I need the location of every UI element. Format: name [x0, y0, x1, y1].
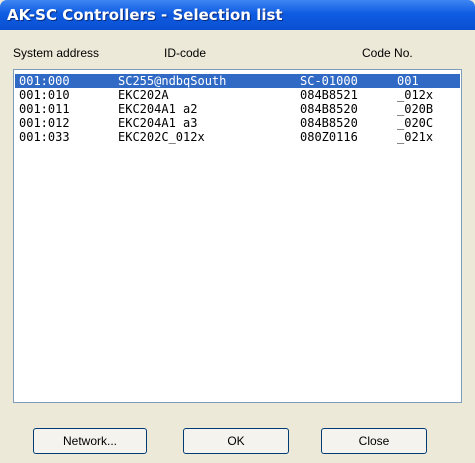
header-system-address: System address [13, 46, 100, 60]
item-address: 001:012 [19, 116, 70, 130]
item-address: 001:011 [19, 102, 70, 116]
close-button-label: Close [358, 434, 390, 448]
network-button[interactable]: Network... [33, 428, 147, 454]
title-bar[interactable]: AK-SC Controllers - Selection list [0, 0, 475, 30]
selection-list-window: AK-SC Controllers - Selection list Syste… [0, 0, 475, 463]
controller-list[interactable]: 001:000 SC255@ndbqSouth SC-01000 001 001… [13, 69, 462, 403]
list-item[interactable]: 001:011 EKC204A1 a2 084B8520 _020B [15, 102, 460, 116]
item-code-suffix: _020C [397, 116, 434, 130]
item-id-code: EKC202C_012x [118, 130, 205, 144]
item-code-suffix: _021x [397, 130, 434, 144]
item-id-code: EKC204A1 a2 [118, 102, 198, 116]
header-code-no: Code No. [362, 46, 413, 60]
ok-button[interactable]: OK [183, 428, 289, 454]
item-id-code: EKC204A1 a3 [118, 116, 198, 130]
list-item[interactable]: 001:012 EKC204A1 a3 084B8520 _020C [15, 116, 460, 130]
list-item[interactable]: 001:033 EKC202C_012x 080Z0116 _021x [15, 130, 460, 144]
item-code-suffix: _020B [397, 102, 434, 116]
item-id-code: EKC202A [118, 88, 169, 102]
item-code-no: 084B8521 [300, 88, 358, 102]
item-code-no: SC-01000 [300, 74, 358, 88]
item-code-suffix: 001 [397, 74, 419, 88]
item-id-code: SC255@ndbqSouth [118, 74, 227, 88]
list-item[interactable]: 001:000 SC255@ndbqSouth SC-01000 001 [15, 74, 460, 88]
item-code-suffix: _012x [397, 88, 434, 102]
header-id-code: ID-code [164, 46, 207, 60]
item-code-no: 084B8520 [300, 116, 358, 130]
network-button-label: Network... [62, 434, 117, 448]
item-address: 001:010 [19, 88, 70, 102]
item-code-no: 084B8520 [300, 102, 358, 116]
item-address: 001:033 [19, 130, 70, 144]
window-title: AK-SC Controllers - Selection list [7, 6, 283, 24]
ok-button-label: OK [227, 434, 245, 448]
list-item[interactable]: 001:010 EKC202A 084B8521 _012x [15, 88, 460, 102]
item-address: 001:000 [19, 74, 70, 88]
item-code-no: 080Z0116 [300, 130, 358, 144]
close-button[interactable]: Close [321, 428, 427, 454]
